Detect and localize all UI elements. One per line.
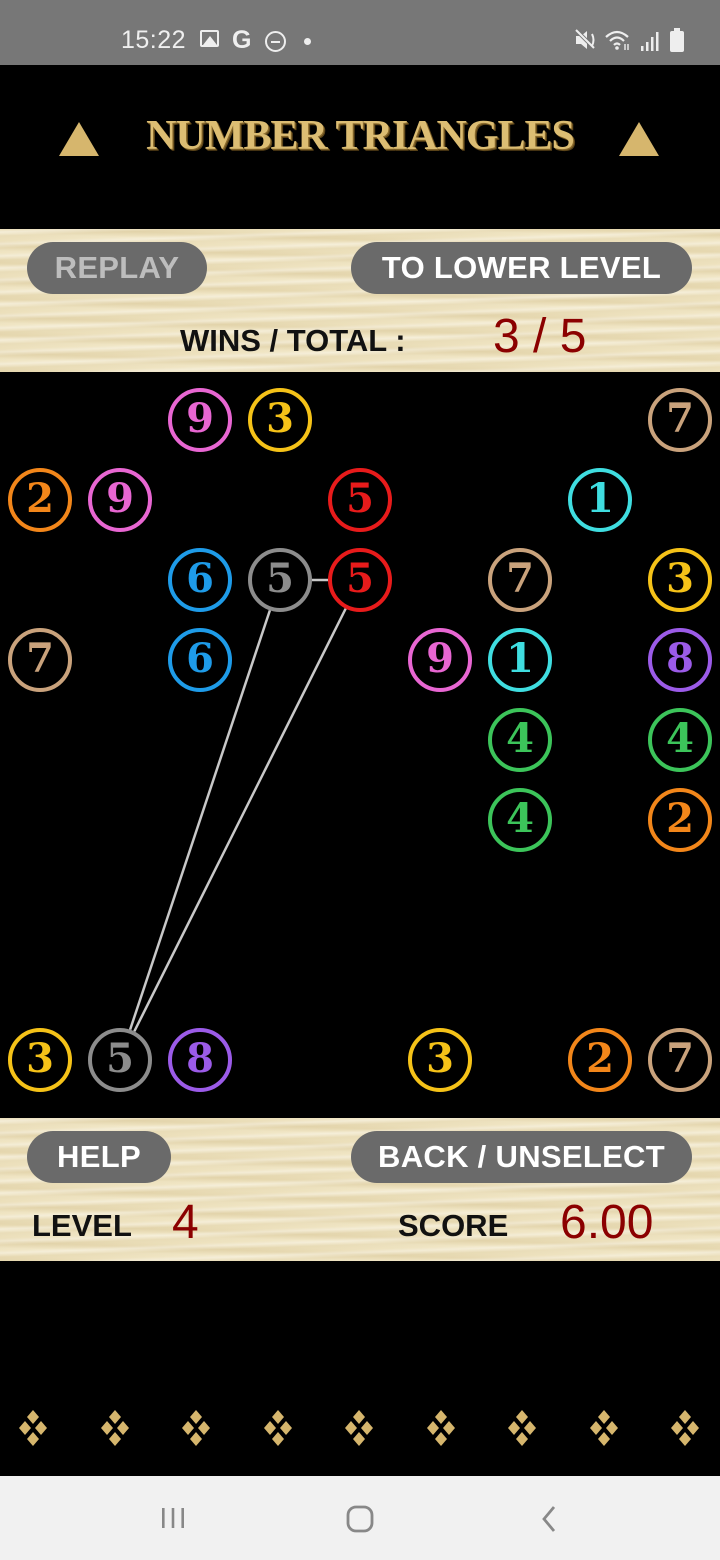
number-tile[interactable]: 9 (88, 468, 152, 532)
diamond-cluster-icon (345, 1410, 373, 1446)
number-tile[interactable]: 2 (8, 468, 72, 532)
level-value: 4 (172, 1196, 199, 1249)
number-tile[interactable]: 7 (8, 628, 72, 692)
title-banner: NUMBER TRIANGLES (0, 100, 720, 180)
number-tile-selected[interactable]: 5 (248, 548, 312, 612)
number-tile[interactable]: 8 (648, 628, 712, 692)
level-label: LEVEL (32, 1208, 132, 1243)
diamond-cluster-icon (426, 1410, 455, 1446)
wins-total-value: 3 / 5 (493, 310, 587, 363)
number-tile[interactable]: 5 (328, 468, 392, 532)
score-label: SCORE (398, 1208, 509, 1243)
number-tile[interactable]: 3 (408, 1028, 472, 1092)
triangle-icon (619, 122, 659, 156)
number-tile[interactable]: 4 (648, 708, 712, 772)
gallery-icon (200, 30, 219, 47)
score-value: 6.00 (560, 1196, 654, 1249)
diamond-cluster-icon (100, 1410, 129, 1446)
diamond-cluster-icon (589, 1410, 618, 1446)
number-tile[interactable]: 3 (248, 388, 312, 452)
number-tile[interactable]: 4 (488, 788, 552, 852)
do-not-disturb-icon (265, 31, 286, 52)
replay-button[interactable]: REPLAY (27, 242, 207, 294)
number-tile[interactable]: 3 (648, 548, 712, 612)
diamond-cluster-icon (19, 1410, 47, 1446)
diamond-cluster-icon (671, 1410, 699, 1446)
diamond-cluster-icon (182, 1410, 210, 1446)
number-tile-selected[interactable]: 5 (88, 1028, 152, 1092)
number-tile[interactable]: 7 (648, 388, 712, 452)
number-tile[interactable]: 1 (568, 468, 632, 532)
game-board: 937295165573769184442358327 (0, 373, 720, 1118)
number-tile[interactable]: 9 (408, 628, 472, 692)
top-panel: REPLAY TO LOWER LEVEL WINS / TOTAL : 3 /… (0, 229, 720, 372)
status-time: 15:22 (121, 26, 187, 54)
google-icon: G (232, 26, 252, 54)
connection-line (133, 608, 347, 1032)
number-tile[interactable]: 8 (168, 1028, 232, 1092)
status-bar: 15:22 G (0, 0, 720, 65)
number-tile[interactable]: 6 (168, 548, 232, 612)
home-button[interactable] (315, 1476, 405, 1560)
decorative-row (0, 1410, 720, 1455)
number-tile[interactable]: 6 (168, 628, 232, 692)
diamond-cluster-icon (508, 1410, 536, 1446)
diamond-cluster-icon (263, 1410, 292, 1446)
wins-total-label: WINS / TOTAL : (180, 323, 406, 358)
wifi-icon (604, 29, 632, 51)
mute-icon (574, 28, 600, 58)
number-tile[interactable]: 2 (648, 788, 712, 852)
number-tile[interactable]: 4 (488, 708, 552, 772)
number-tile[interactable]: 3 (8, 1028, 72, 1092)
number-tile[interactable]: 5 (328, 548, 392, 612)
back-nav-button[interactable] (503, 1476, 593, 1560)
number-tile[interactable]: 9 (168, 388, 232, 452)
number-tile[interactable]: 1 (488, 628, 552, 692)
back-unselect-button[interactable]: BACK / UNSELECT (351, 1131, 692, 1183)
number-tile[interactable]: 2 (568, 1028, 632, 1092)
battery-icon (670, 28, 684, 52)
home-icon (346, 1505, 374, 1533)
help-button[interactable]: HELP (27, 1131, 171, 1183)
game-title: NUMBER TRIANGLES (146, 113, 575, 159)
bottom-panel: HELP BACK / UNSELECT LEVEL 4 SCORE 6.00 (0, 1118, 720, 1261)
back-icon (542, 1506, 556, 1532)
to-lower-level-button[interactable]: TO LOWER LEVEL (351, 242, 692, 294)
signal-icon (640, 30, 660, 52)
recent-apps-icon (162, 1508, 184, 1528)
number-tile[interactable]: 7 (488, 548, 552, 612)
number-tile[interactable]: 7 (648, 1028, 712, 1092)
recent-apps-button[interactable] (128, 1476, 218, 1560)
navigation-bar (0, 1476, 720, 1560)
notification-dot-icon (304, 38, 311, 45)
